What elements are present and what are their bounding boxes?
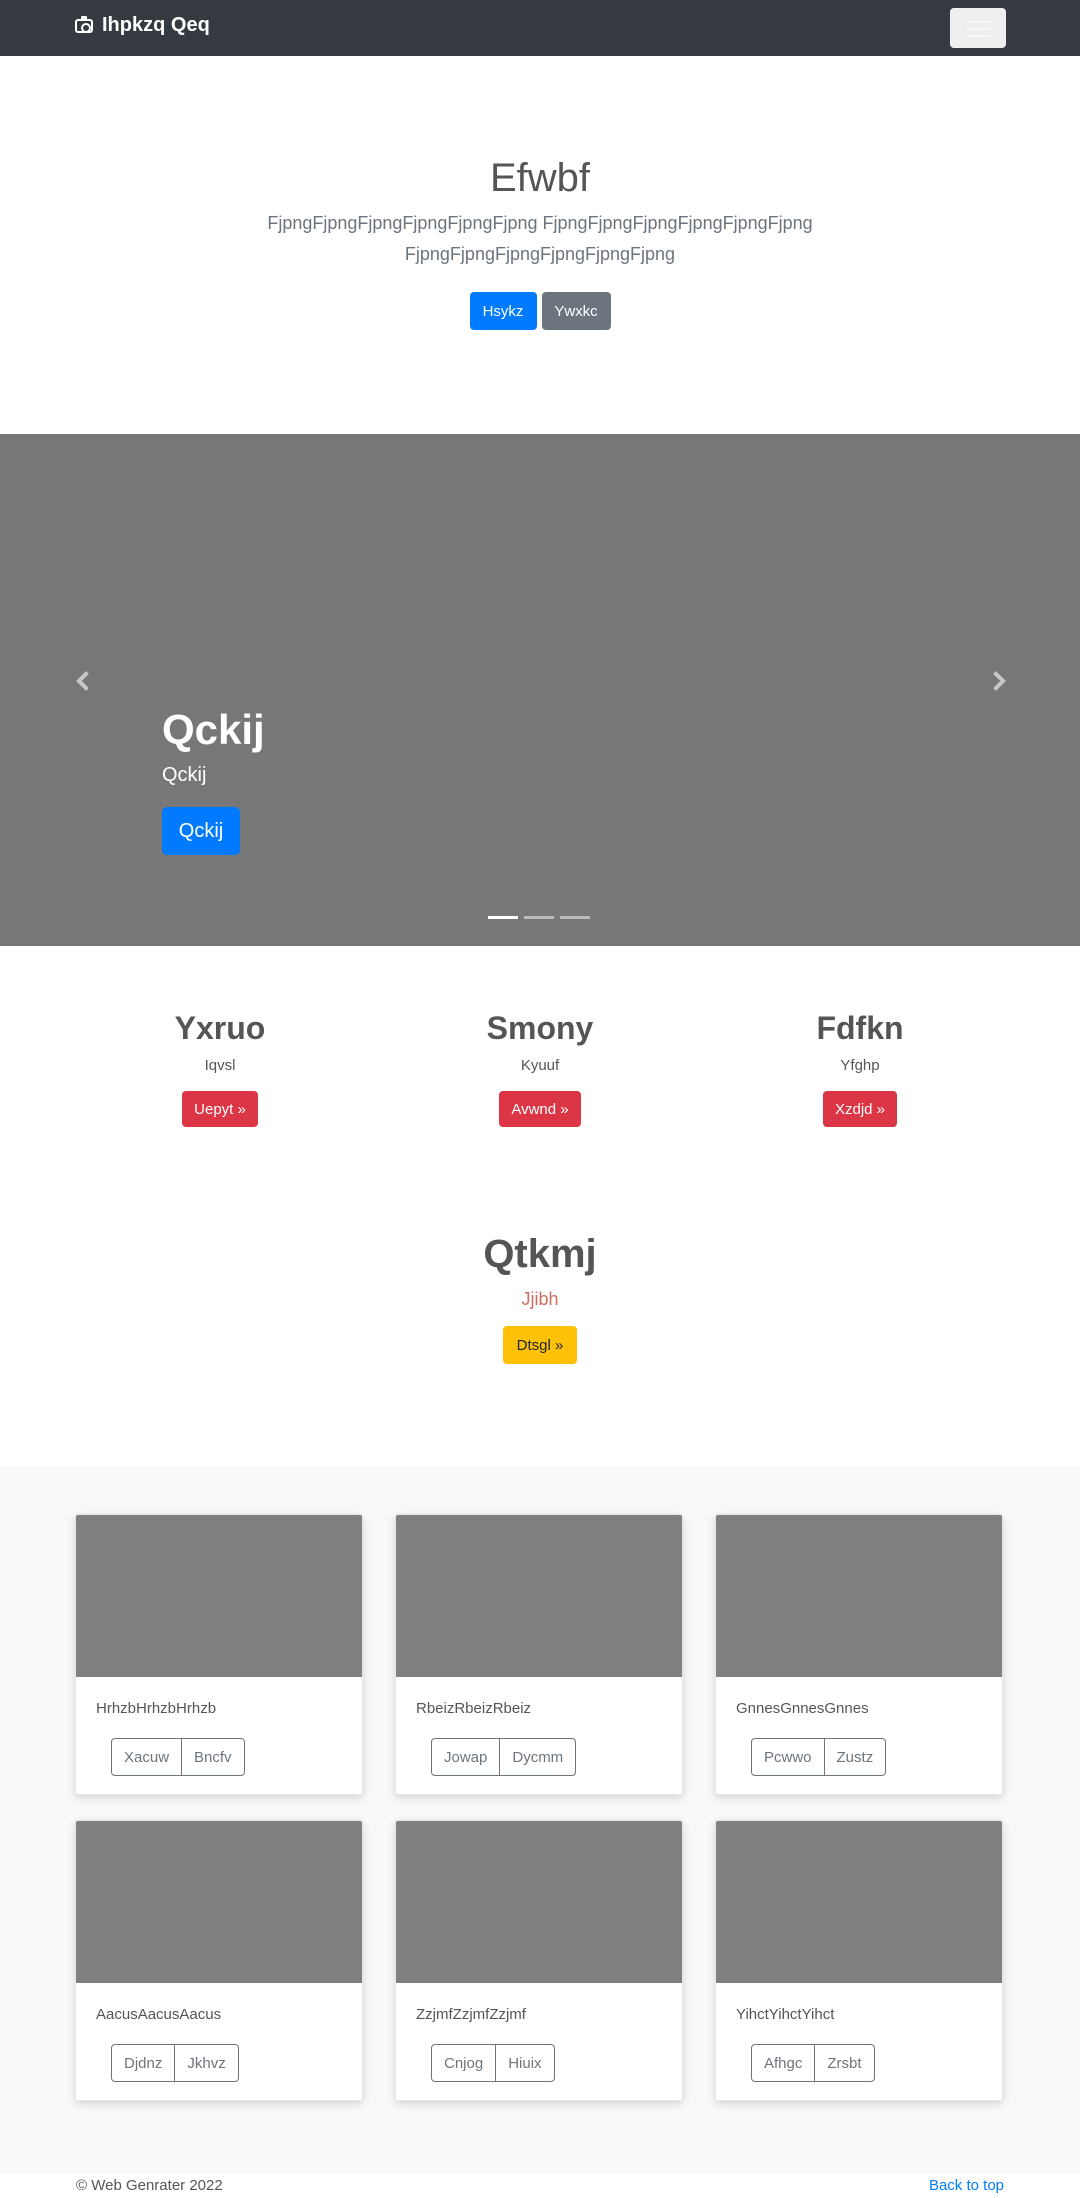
carousel-next-icon[interactable] (986, 671, 1006, 691)
hamburger-menu-icon (967, 21, 991, 23)
card-button[interactable]: Dycmm (499, 1738, 577, 1776)
card-button[interactable]: Pcwwo (751, 1738, 825, 1776)
back-to-top-link[interactable]: Back to top (929, 2177, 1004, 2194)
card-button-group: Jowap Dycmm (431, 1738, 577, 1776)
feature-button[interactable]: Dtsgl » (502, 1326, 578, 1364)
navbar-toggler-button[interactable] (950, 8, 1006, 48)
album-card: YihctYihctYihct Afhgc Zrsbt (715, 1820, 1003, 2101)
album-section: HrhzbHrhzbHrhzb Xacuw Bncfv RbeizRbeizRb… (0, 1466, 1080, 2174)
album-card: AacusAacusAacus Djdnz Jkhvz (75, 1820, 363, 2101)
feature-text: Jjibh (521, 1289, 559, 1309)
carousel: Qckij Qckij Qckij (0, 434, 1080, 946)
card-button[interactable]: Jowap (431, 1738, 501, 1776)
column-button[interactable]: Avwnd » (499, 1091, 581, 1127)
marketing-column: Fdfkn Yfghp Xzdjd » (710, 1010, 1010, 1127)
card-button-group: Cnjog Hiuix (431, 2044, 555, 2082)
column-text: Iqvsl (204, 1057, 236, 1074)
carousel-prev-icon[interactable] (76, 671, 96, 691)
column-button[interactable]: Uepyt » (182, 1091, 258, 1127)
card-thumbnail (76, 1515, 362, 1677)
hero-lead: FjpngFjpngFjpngFjpngFjpngFjpng FjpngFjpn… (267, 213, 813, 264)
card-button[interactable]: Zustz (823, 1738, 887, 1776)
card-button[interactable]: Hiuix (495, 2044, 555, 2082)
card-button[interactable]: Cnjog (431, 2044, 497, 2082)
marketing-column: Smony Kyuuf Avwnd » (390, 1010, 690, 1127)
camera-icon (75, 15, 93, 33)
column-title: Fdfkn (816, 1010, 904, 1046)
card-text: HrhzbHrhzbHrhzb (96, 1700, 217, 1717)
album-card: HrhzbHrhzbHrhzb Xacuw Bncfv (75, 1514, 363, 1795)
card-button-group: Xacuw Bncfv (111, 1738, 245, 1776)
hero-buttons: Hsykz Ywxkc (0, 292, 1080, 330)
carousel-indicator[interactable] (560, 916, 590, 919)
brand-name: Ihpkzq Qeq (102, 14, 210, 36)
footer: © Web Genrater 2022 Back to top (0, 2174, 1080, 2198)
card-thumbnail (716, 1515, 1002, 1677)
column-text: Kyuuf (520, 1057, 560, 1074)
footer-copyright: © Web Genrater 2022 (76, 2177, 223, 2194)
card-button-group: Afhgc Zrsbt (751, 2044, 875, 2082)
marketing-column: Yxruo Iqvsl Uepyt » (70, 1010, 370, 1127)
card-button[interactable]: Djdnz (111, 2044, 176, 2082)
card-button-group: Djdnz Jkhvz (111, 2044, 239, 2082)
card-thumbnail (76, 1821, 362, 1983)
hero-secondary-button[interactable]: Ywxkc (541, 292, 611, 330)
carousel-caption-text: Qckij (162, 764, 207, 786)
feature-section: Qtkmj Jjibh Dtsgl » (0, 1232, 1080, 1364)
hero-section: Efwbf FjpngFjpngFjpngFjpngFjpngFjpng Fjp… (0, 56, 1080, 434)
column-title: Yxruo (174, 1010, 266, 1046)
column-text: Yfghp (840, 1057, 880, 1074)
carousel-caption: Qckij Qckij Qckij (162, 706, 265, 855)
card-thumbnail (396, 1821, 682, 1983)
card-text: RbeizRbeizRbeiz (416, 1700, 532, 1717)
hamburger-line (967, 35, 991, 37)
card-text: YihctYihctYihct (736, 2006, 835, 2023)
album-card: ZzjmfZzjmfZzjmf Cnjog Hiuix (395, 1820, 683, 2101)
card-thumbnail (716, 1821, 1002, 1983)
feature-title: Qtkmj (483, 1232, 597, 1276)
card-text: GnnesGnnesGnnes (736, 1700, 869, 1717)
carousel-caption-button[interactable]: Qckij (162, 807, 240, 855)
hero-primary-button[interactable]: Hsykz (469, 292, 537, 330)
carousel-indicator[interactable] (524, 916, 554, 919)
hamburger-line (967, 28, 991, 30)
column-title: Smony (486, 1010, 594, 1046)
card-button[interactable]: Bncfv (181, 1738, 245, 1776)
card-text: ZzjmfZzjmfZzjmf (416, 2006, 526, 2023)
navbar: Ihpkzq Qeq (0, 0, 1080, 56)
card-button[interactable]: Afhgc (751, 2044, 816, 2082)
brand-link[interactable]: Ihpkzq Qeq (75, 14, 210, 37)
carousel-caption-title: Qckij (162, 706, 265, 753)
carousel-indicators (488, 916, 590, 919)
card-button-group: Pcwwo Zustz (751, 1738, 887, 1776)
card-button[interactable]: Jkhvz (174, 2044, 239, 2082)
album-card: RbeizRbeizRbeiz Jowap Dycmm (395, 1514, 683, 1795)
card-thumbnail (396, 1515, 682, 1677)
card-text: AacusAacusAacus (96, 2006, 222, 2023)
card-button[interactable]: Zrsbt (814, 2044, 875, 2082)
album-card: GnnesGnnesGnnes Pcwwo Zustz (715, 1514, 1003, 1795)
card-button[interactable]: Xacuw (111, 1738, 183, 1776)
hero-title: Efwbf (489, 156, 591, 200)
carousel-indicator[interactable] (488, 916, 518, 919)
column-button[interactable]: Xzdjd » (822, 1091, 898, 1127)
